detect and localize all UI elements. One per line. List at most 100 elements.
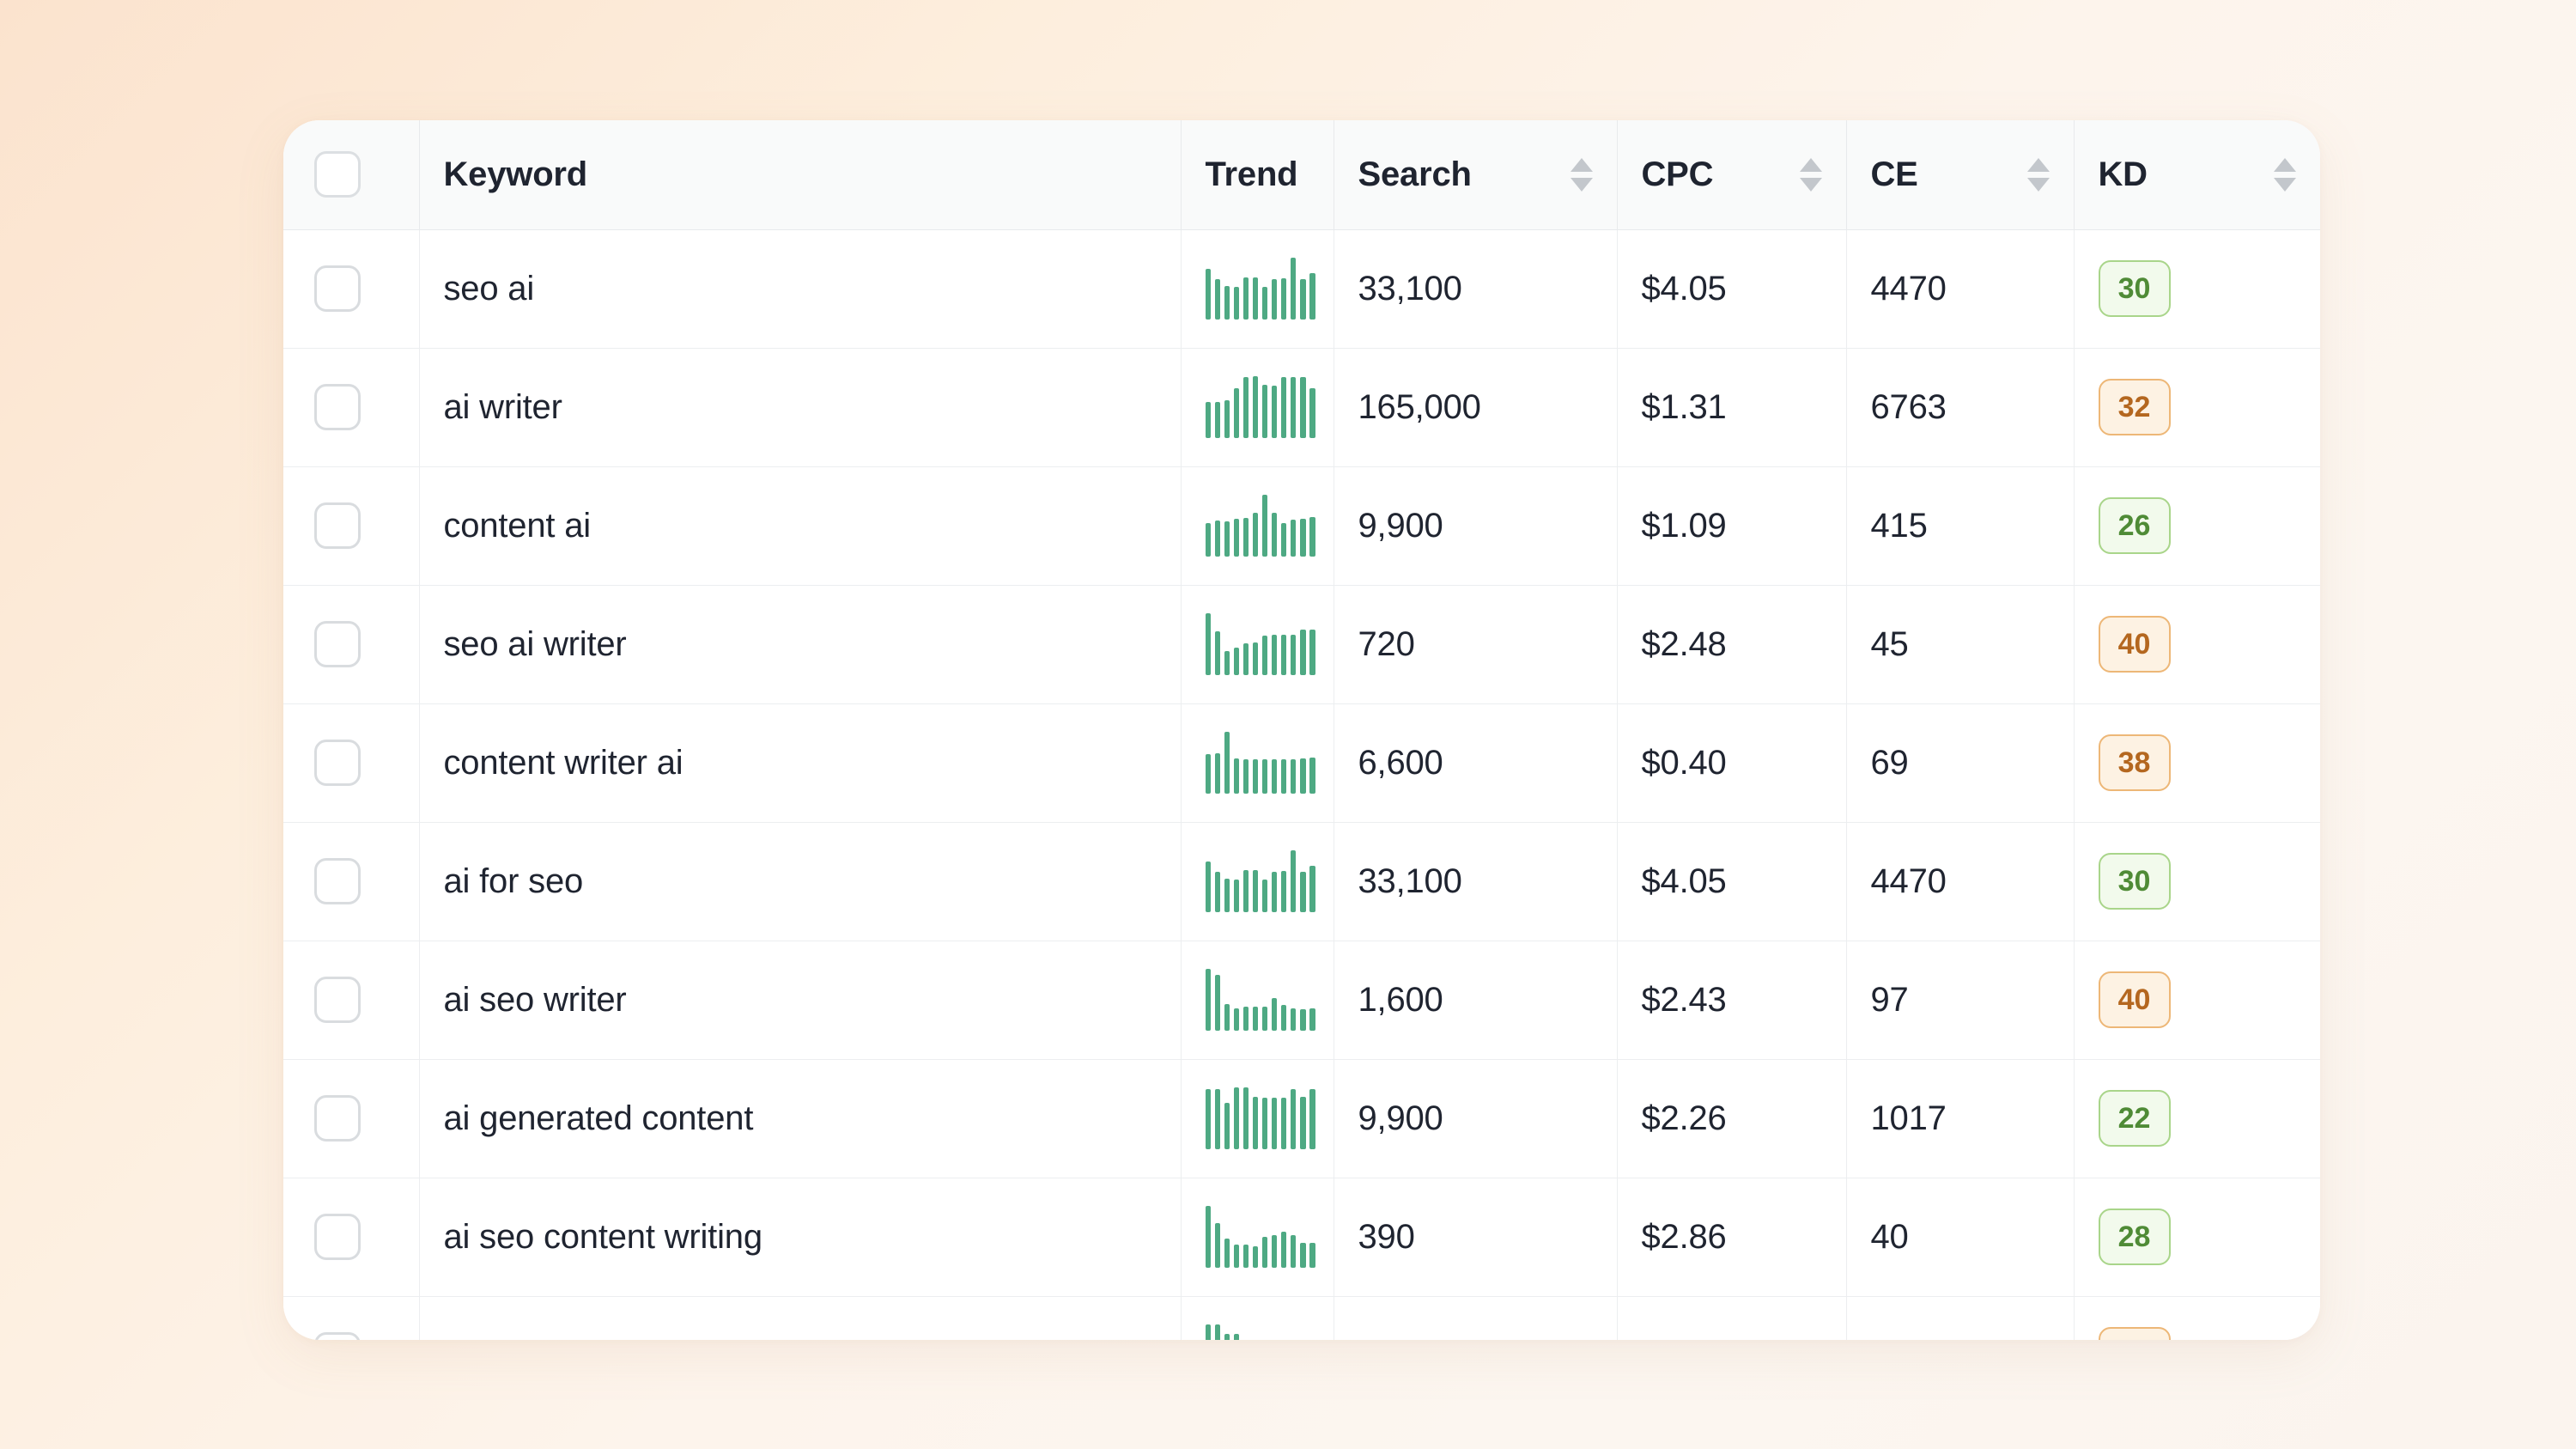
header-row: Keyword Trend Search [283, 120, 2320, 229]
sparkline-bar [1243, 1087, 1249, 1149]
header-trend[interactable]: Trend [1181, 120, 1334, 229]
sparkline-bar [1300, 279, 1306, 320]
cell-keyword[interactable]: seo ai writer [419, 585, 1181, 703]
row-checkbox[interactable] [314, 1332, 361, 1340]
row-checkbox[interactable] [314, 740, 361, 786]
sparkline-bar [1281, 871, 1287, 912]
sparkline-bar [1224, 1103, 1230, 1149]
cell-kd: 30 [2074, 229, 2320, 348]
sort-icon-search[interactable] [1571, 158, 1593, 192]
table-row[interactable]: seo ai33,100$4.05447030 [283, 229, 2320, 348]
header-cpc[interactable]: CPC [1617, 120, 1846, 229]
cell-keyword[interactable]: content ai [419, 466, 1181, 585]
sparkline-bar [1243, 277, 1249, 320]
cell-keyword[interactable]: ai seo writer [419, 941, 1181, 1059]
trend-sparkline [1206, 969, 1315, 1031]
table-row[interactable]: content writer ai6,600$0.406938 [283, 703, 2320, 822]
table-row[interactable]: ai website for writing590$1.662638 [283, 1296, 2320, 1340]
row-checkbox[interactable] [314, 1095, 361, 1142]
row-checkbox[interactable] [314, 265, 361, 312]
sparkline-bar [1281, 278, 1287, 320]
sort-icon-cpc[interactable] [1800, 158, 1822, 192]
row-checkbox[interactable] [314, 384, 361, 430]
cell-keyword[interactable]: content writer ai [419, 703, 1181, 822]
cell-trend [1181, 1178, 1334, 1296]
row-select-cell [283, 1296, 419, 1340]
table-row[interactable]: seo ai writer720$2.484540 [283, 585, 2320, 703]
sparkline-bar [1291, 1008, 1297, 1031]
sparkline-bar [1253, 1097, 1259, 1149]
sparkline-bar [1309, 517, 1315, 557]
row-checkbox[interactable] [314, 502, 361, 549]
sparkline-bar [1253, 642, 1259, 675]
sparkline-bar [1243, 870, 1249, 912]
cell-trend [1181, 585, 1334, 703]
sort-icon-ce[interactable] [2027, 158, 2050, 192]
header-select-all-cell [283, 120, 419, 229]
row-checkbox[interactable] [314, 977, 361, 1023]
sparkline-bar [1272, 872, 1278, 912]
table-body: seo ai33,100$4.05447030ai writer165,000$… [283, 229, 2320, 1340]
header-ce[interactable]: CE [1846, 120, 2074, 229]
sparkline-bar [1206, 613, 1212, 675]
cell-kd: 38 [2074, 703, 2320, 822]
cell-cpc: $1.09 [1617, 466, 1846, 585]
cell-keyword[interactable]: seo ai [419, 229, 1181, 348]
sparkline-bar [1291, 520, 1297, 557]
trend-sparkline [1206, 1087, 1315, 1149]
header-ce-label: CE [1871, 155, 1918, 194]
sparkline-bar [1300, 758, 1306, 794]
sparkline-bar [1206, 861, 1212, 912]
sparkline-bar [1206, 754, 1212, 794]
header-keyword[interactable]: Keyword [419, 120, 1181, 229]
cell-keyword[interactable]: ai generated content [419, 1059, 1181, 1178]
keyword-table: Keyword Trend Search [283, 120, 2320, 1340]
cell-kd: 32 [2074, 348, 2320, 466]
header-search[interactable]: Search [1334, 120, 1617, 229]
sparkline-bar [1272, 998, 1278, 1031]
cell-cpc: $2.26 [1617, 1059, 1846, 1178]
kd-badge: 32 [2099, 379, 2171, 435]
table-row[interactable]: ai seo writer1,600$2.439740 [283, 941, 2320, 1059]
sparkline-bar [1206, 269, 1212, 320]
kd-badge: 38 [2099, 734, 2171, 791]
table-row[interactable]: ai generated content9,900$2.26101722 [283, 1059, 2320, 1178]
cell-kd: 28 [2074, 1178, 2320, 1296]
sort-icon-kd[interactable] [2274, 158, 2296, 192]
sparkline-bar [1253, 513, 1259, 557]
trend-sparkline [1206, 613, 1315, 675]
sparkline-bar [1291, 1235, 1297, 1268]
sparkline-bar [1309, 758, 1315, 794]
header-kd[interactable]: KD [2074, 120, 2320, 229]
cell-keyword[interactable]: ai for seo [419, 822, 1181, 941]
cell-trend [1181, 1296, 1334, 1340]
row-select-cell [283, 466, 419, 585]
sparkline-bar [1281, 1098, 1287, 1149]
table-row[interactable]: ai writer165,000$1.31676332 [283, 348, 2320, 466]
table-row[interactable]: ai for seo33,100$4.05447030 [283, 822, 2320, 941]
cell-ce: 97 [1846, 941, 2074, 1059]
cell-search: 590 [1334, 1296, 1617, 1340]
row-checkbox[interactable] [314, 1214, 361, 1260]
sparkline-bar [1281, 635, 1287, 675]
sparkline-bar [1281, 523, 1287, 557]
sparkline-bar [1234, 519, 1240, 557]
cell-keyword[interactable]: ai website for writing [419, 1296, 1181, 1340]
cell-keyword[interactable]: ai writer [419, 348, 1181, 466]
cell-keyword[interactable]: ai seo content writing [419, 1178, 1181, 1296]
cell-trend [1181, 229, 1334, 348]
sparkline-bar [1272, 635, 1278, 675]
sparkline-bar [1300, 872, 1306, 912]
row-checkbox[interactable] [314, 621, 361, 667]
row-checkbox[interactable] [314, 858, 361, 904]
table-row[interactable]: content ai9,900$1.0941526 [283, 466, 2320, 585]
sparkline-bar [1281, 1232, 1287, 1268]
sparkline-bar [1206, 1324, 1212, 1340]
trend-sparkline [1206, 376, 1315, 438]
sparkline-bar [1281, 1005, 1287, 1031]
select-all-checkbox[interactable] [314, 151, 361, 198]
sparkline-bar [1253, 376, 1259, 438]
table-row[interactable]: ai seo content writing390$2.864028 [283, 1178, 2320, 1296]
page-background: Keyword Trend Search [0, 0, 2576, 1449]
trend-sparkline [1206, 850, 1315, 912]
